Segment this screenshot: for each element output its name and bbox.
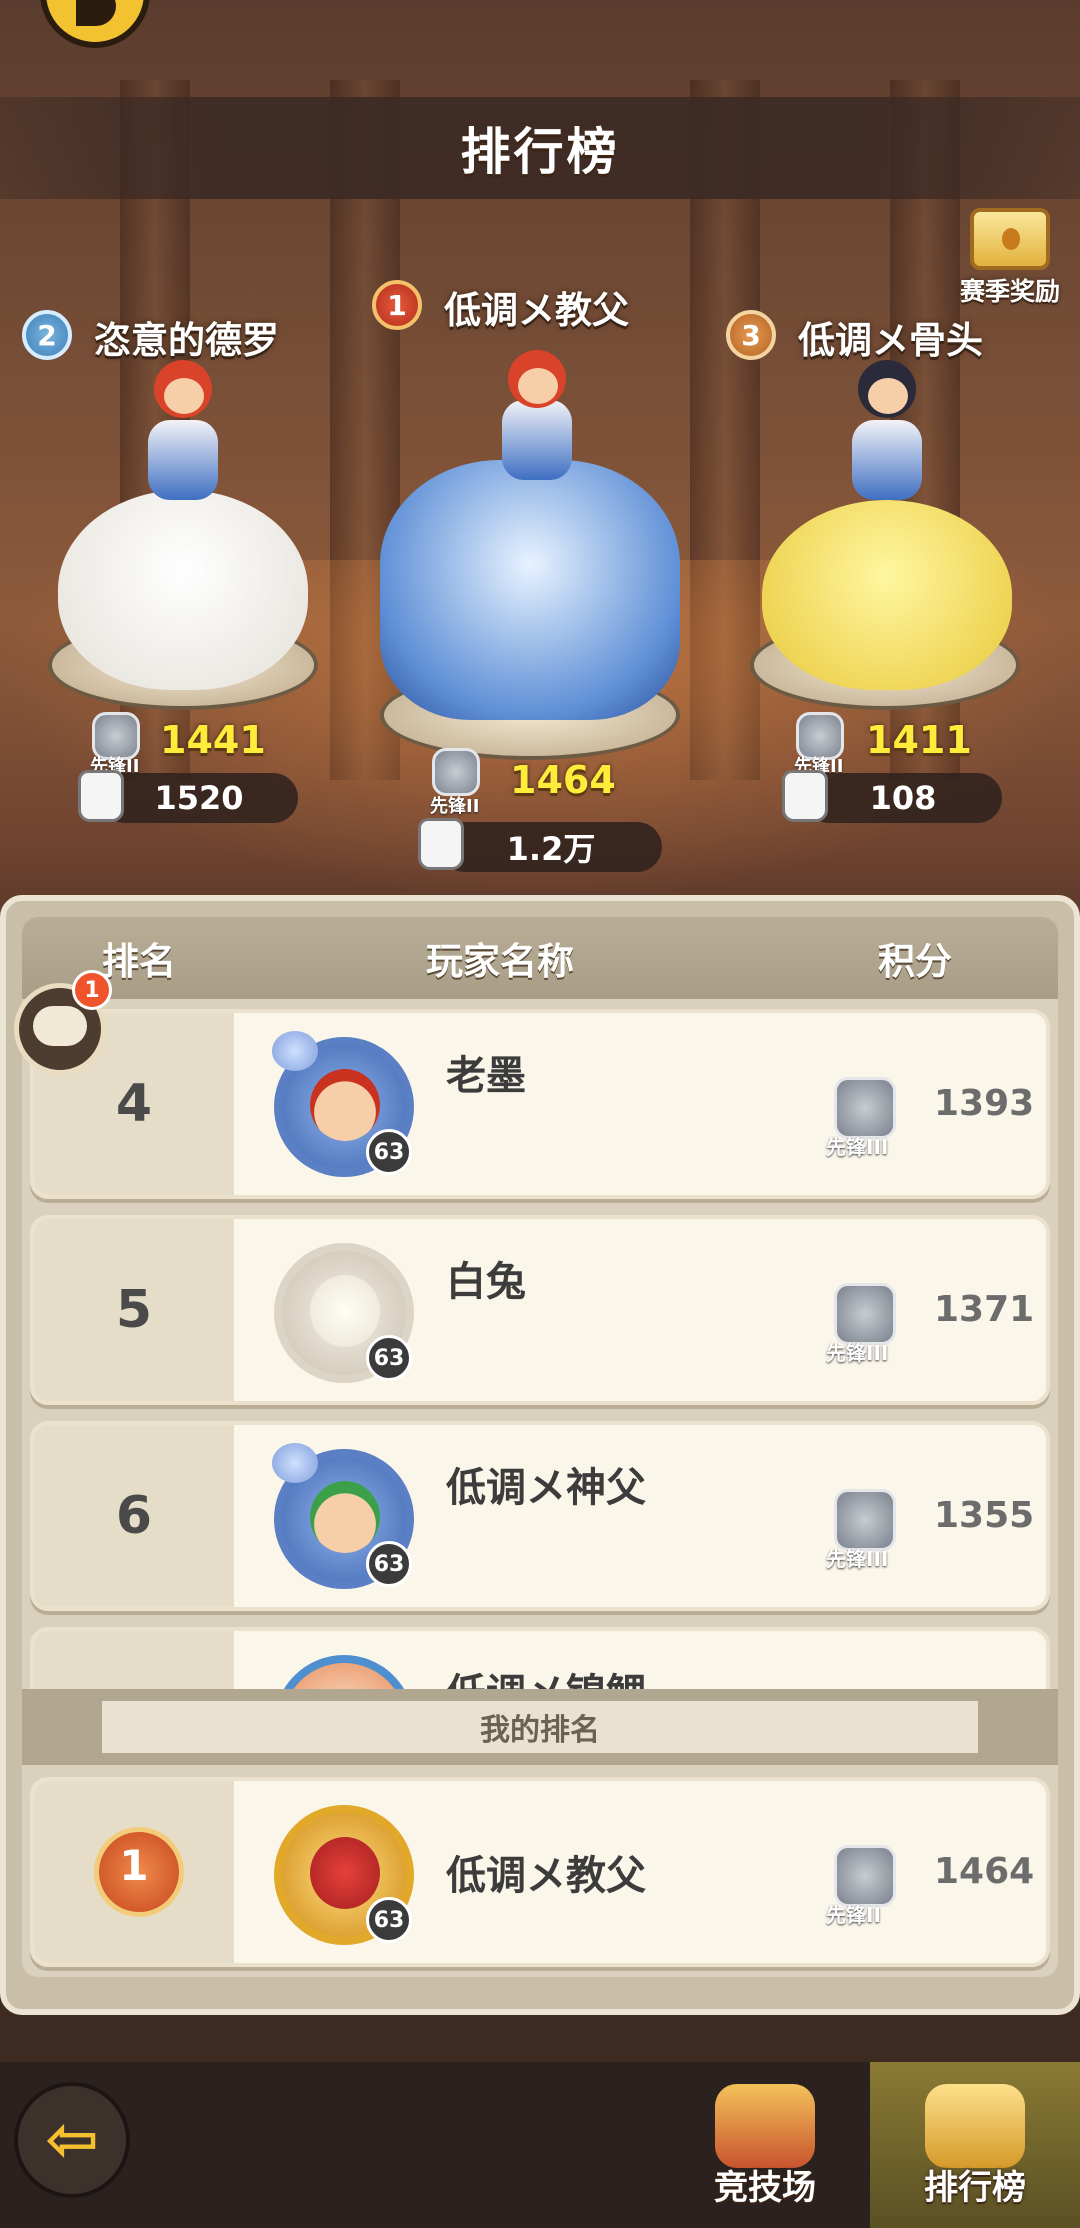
like-count-value: 108 (869, 779, 937, 817)
pet-figure-3 (762, 500, 1012, 690)
pet-figure-2 (58, 490, 308, 690)
pet-figure-1 (380, 460, 680, 720)
like-count-1[interactable]: 1.2万 (440, 822, 662, 872)
podium-name-2: 恣意的德罗 (94, 319, 279, 362)
rank-2-badge-icon: 2 (22, 310, 72, 360)
bottom-nav: ⇦ 竞技场 排行榜 (0, 2062, 1080, 2228)
thumbs-up-icon[interactable] (782, 770, 828, 822)
tab-ranking[interactable]: 排行榜 (870, 2062, 1080, 2228)
flower-frame-icon (272, 1031, 318, 1071)
like-count-2[interactable]: 1520 (100, 773, 298, 823)
rank-1-badge-icon: 1 (372, 280, 422, 330)
tier-label: 先锋II (430, 796, 480, 817)
chat-notification-badge: 1 (72, 970, 112, 1010)
level-badge: 63 (366, 1897, 412, 1943)
back-button[interactable]: ⇦ (14, 2082, 130, 2198)
row-score: 1393 (934, 1083, 1035, 1124)
season-reward-label: 赛季奖励 (959, 277, 1060, 306)
tier-emblem-icon (834, 1283, 896, 1345)
player-name: 老墨 (446, 1053, 526, 1099)
row-score: 1371 (934, 1289, 1035, 1330)
leaderboard-panel: 排名 玩家名称 积分 4 63 老墨 先锋III 1393 5 63 白兔 先锋… (0, 895, 1080, 2015)
podium-score-2: 1441 (160, 718, 266, 762)
level-badge: 63 (366, 1129, 412, 1175)
rider-figure-2 (148, 420, 218, 500)
row-score: 1464 (934, 1851, 1035, 1892)
flower-frame-icon (272, 1443, 318, 1483)
avatar[interactable]: 63 (274, 1805, 414, 1945)
avatar[interactable]: 63 (272, 1443, 414, 1589)
tab-arena-label: 竞技场 (714, 2168, 816, 2208)
rank-medal-icon: 1 (94, 1827, 184, 1917)
avatar[interactable] (274, 1655, 414, 1689)
player-name: 低调メ锦鲤 (446, 1661, 646, 1689)
table-row[interactable]: 4 63 老墨 先锋III 1393 (30, 1009, 1050, 1199)
tier-label: 先锋III (826, 1547, 889, 1571)
tier-emblem-icon (834, 1077, 896, 1139)
column-header-rank: 排名 (102, 940, 176, 983)
tier-label: 先锋II (826, 1903, 881, 1927)
avatar[interactable]: 63 (274, 1243, 414, 1383)
avatar[interactable]: 63 (272, 1031, 414, 1177)
season-reward-button[interactable]: 赛季奖励 (955, 208, 1065, 308)
podium-score-3: 1411 (866, 718, 972, 762)
tier-label: 先锋III (826, 1135, 889, 1159)
chest-icon (970, 208, 1050, 270)
rider-figure-3 (852, 420, 922, 500)
table-row[interactable]: 低调メ锦鲤 (30, 1627, 1050, 1689)
like-count-3[interactable]: 108 (804, 773, 1002, 823)
tab-ranking-label: 排行榜 (924, 2168, 1026, 2208)
page-title: 排行榜 (460, 123, 620, 181)
tier-emblem-icon (834, 1845, 896, 1907)
rank-3-badge-icon: 3 (726, 310, 776, 360)
level-badge: 63 (366, 1541, 412, 1587)
player-name: 低调メ神父 (446, 1465, 646, 1511)
my-rank-label: 我的排名 (480, 1713, 600, 1748)
tab-arena[interactable]: 竞技场 (660, 2062, 870, 2228)
table-row[interactable]: 6 63 低调メ神父 先锋III 1355 (30, 1421, 1050, 1611)
podium-name-1: 低调メ教父 (444, 289, 629, 332)
title-bar: 排行榜 (0, 97, 1080, 199)
row-rank: 6 (115, 1486, 153, 1546)
tier-label: 先锋III (826, 1341, 889, 1365)
arena-icon (715, 2084, 815, 2168)
row-rank: 5 (115, 1280, 153, 1340)
like-count-value: 1520 (154, 779, 244, 817)
tier-emblem-icon (834, 1489, 896, 1551)
chat-icon (33, 1006, 87, 1046)
row-score: 1355 (934, 1495, 1035, 1536)
podium-score-1: 1464 (510, 758, 616, 802)
rider-figure-1 (502, 400, 572, 480)
level-badge: 63 (366, 1335, 412, 1381)
table-header: 排名 玩家名称 积分 (22, 917, 1058, 999)
column-header-score: 积分 (878, 940, 952, 983)
table-row[interactable]: 5 63 白兔 先锋III 1371 (30, 1215, 1050, 1405)
column-header-player: 玩家名称 (426, 940, 574, 983)
like-count-value: 1.2万 (506, 830, 596, 868)
ranking-icon (925, 2084, 1025, 2168)
my-rank-row[interactable]: 1 63 低调メ教父 先锋II 1464 (30, 1777, 1050, 1967)
podium-name-3: 低调メ骨头 (798, 319, 983, 362)
back-arrow-icon: ⇦ (45, 2103, 99, 2177)
leaderboard-list[interactable]: 4 63 老墨 先锋III 1393 5 63 白兔 先锋III 1371 6 … (22, 999, 1058, 1689)
player-name: 白兔 (446, 1259, 526, 1305)
my-rank-divider: 我的排名 (22, 1689, 1058, 1765)
thumbs-up-icon[interactable] (418, 818, 464, 870)
player-name: 低调メ教父 (446, 1853, 646, 1899)
row-rank: 4 (115, 1074, 153, 1134)
thumbs-up-icon[interactable] (78, 770, 124, 822)
tier-emblem-icon (432, 748, 480, 796)
